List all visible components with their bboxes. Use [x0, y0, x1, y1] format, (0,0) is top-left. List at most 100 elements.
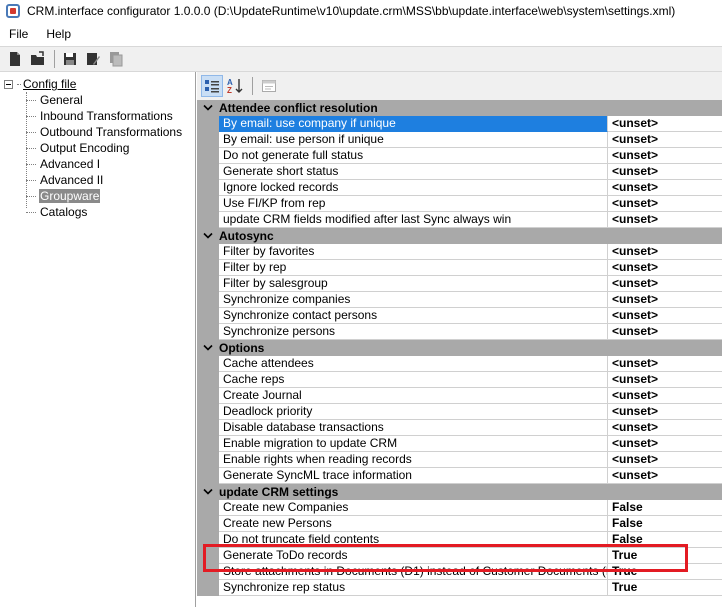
menu-file[interactable]: File: [0, 22, 37, 46]
property-value[interactable]: True: [608, 564, 722, 580]
property-value[interactable]: <unset>: [608, 372, 722, 388]
property-name[interactable]: Deadlock priority: [219, 404, 608, 420]
edit-icon[interactable]: [82, 48, 104, 70]
property-name[interactable]: Do not truncate field contents: [219, 532, 608, 548]
property-row[interactable]: Store attachments in Documents (D1) inst…: [197, 564, 722, 580]
tree-item-label[interactable]: Advanced II: [39, 173, 104, 187]
category-row[interactable]: Autosync: [197, 228, 722, 244]
tree-item-advanced-i[interactable]: Advanced I: [26, 156, 101, 172]
tree-item-label[interactable]: Output Encoding: [39, 141, 130, 155]
property-row[interactable]: Do not generate full status <unset>: [197, 148, 722, 164]
property-row[interactable]: By email: use person if unique <unset>: [197, 132, 722, 148]
property-row[interactable]: Do not truncate field contents False: [197, 532, 722, 548]
property-row[interactable]: Cache attendees <unset>: [197, 356, 722, 372]
property-value[interactable]: <unset>: [608, 212, 722, 228]
property-value[interactable]: <unset>: [608, 420, 722, 436]
chevron-down-icon[interactable]: [197, 100, 219, 116]
sort-az-icon[interactable]: AZ: [224, 75, 246, 97]
property-value[interactable]: <unset>: [608, 436, 722, 452]
tree-item-label[interactable]: Catalogs: [39, 205, 88, 219]
property-value[interactable]: True: [608, 548, 722, 564]
tree-item-catalogs[interactable]: Catalogs: [26, 204, 88, 220]
property-value[interactable]: <unset>: [608, 292, 722, 308]
property-value[interactable]: <unset>: [608, 324, 722, 340]
property-value[interactable]: <unset>: [608, 244, 722, 260]
property-value[interactable]: <unset>: [608, 356, 722, 372]
property-name[interactable]: Use FI/KP from rep: [219, 196, 608, 212]
property-row[interactable]: Generate SyncML trace information <unset>: [197, 468, 722, 484]
property-value[interactable]: <unset>: [608, 164, 722, 180]
property-row[interactable]: By email: use company if unique <unset>: [197, 116, 722, 132]
category-row[interactable]: Options: [197, 340, 722, 356]
property-row[interactable]: Use FI/KP from rep <unset>: [197, 196, 722, 212]
property-value[interactable]: False: [608, 516, 722, 532]
property-row[interactable]: Create new Companies False: [197, 500, 722, 516]
chevron-down-icon[interactable]: [197, 484, 219, 500]
property-row[interactable]: Enable migration to update CRM <unset>: [197, 436, 722, 452]
property-name[interactable]: Generate short status: [219, 164, 608, 180]
save-icon[interactable]: [59, 48, 81, 70]
property-row[interactable]: Disable database transactions <unset>: [197, 420, 722, 436]
tree-root-label[interactable]: Config file: [23, 77, 76, 91]
property-row[interactable]: Filter by rep <unset>: [197, 260, 722, 276]
property-value[interactable]: <unset>: [608, 132, 722, 148]
category-row[interactable]: update CRM settings: [197, 484, 722, 500]
property-value[interactable]: <unset>: [608, 404, 722, 420]
property-name[interactable]: Filter by salesgroup: [219, 276, 608, 292]
tree-item-outbound-transformations[interactable]: Outbound Transformations: [26, 124, 183, 140]
property-name[interactable]: Do not generate full status: [219, 148, 608, 164]
property-name[interactable]: Synchronize contact persons: [219, 308, 608, 324]
property-row[interactable]: Synchronize contact persons <unset>: [197, 308, 722, 324]
property-name[interactable]: Synchronize rep status: [219, 580, 608, 596]
categorized-icon[interactable]: [201, 75, 223, 97]
property-value[interactable]: <unset>: [608, 148, 722, 164]
property-name[interactable]: Filter by favorites: [219, 244, 608, 260]
property-value[interactable]: <unset>: [608, 452, 722, 468]
property-row[interactable]: Filter by salesgroup <unset>: [197, 276, 722, 292]
property-name[interactable]: Enable migration to update CRM: [219, 436, 608, 452]
property-row[interactable]: Generate ToDo records True: [197, 548, 722, 564]
chevron-down-icon[interactable]: [197, 228, 219, 244]
property-name[interactable]: Ignore locked records: [219, 180, 608, 196]
property-row[interactable]: Synchronize companies <unset>: [197, 292, 722, 308]
property-value[interactable]: <unset>: [608, 308, 722, 324]
tree-item-label-selected[interactable]: Groupware: [39, 189, 101, 203]
property-name[interactable]: Store attachments in Documents (D1) inst…: [219, 564, 608, 580]
property-row[interactable]: Ignore locked records <unset>: [197, 180, 722, 196]
tree-item-advanced-ii[interactable]: Advanced II: [26, 172, 104, 188]
property-value[interactable]: <unset>: [608, 260, 722, 276]
property-name[interactable]: Create new Companies: [219, 500, 608, 516]
property-value[interactable]: True: [608, 580, 722, 596]
property-value[interactable]: <unset>: [608, 196, 722, 212]
property-pages-icon[interactable]: [258, 75, 280, 97]
property-row[interactable]: update CRM fields modified after last Sy…: [197, 212, 722, 228]
menu-help[interactable]: Help: [37, 22, 80, 46]
property-name[interactable]: update CRM fields modified after last Sy…: [219, 212, 608, 228]
tree-item-label[interactable]: Advanced I: [39, 157, 101, 171]
property-name[interactable]: Generate ToDo records: [219, 548, 608, 564]
property-value[interactable]: False: [608, 500, 722, 516]
tree-item-label[interactable]: General: [39, 93, 84, 107]
property-name[interactable]: Create Journal: [219, 388, 608, 404]
property-name[interactable]: Synchronize persons: [219, 324, 608, 340]
property-value[interactable]: <unset>: [608, 388, 722, 404]
tree-item-label[interactable]: Outbound Transformations: [39, 125, 183, 139]
copy-icon[interactable]: [105, 48, 127, 70]
property-name[interactable]: Enable rights when reading records: [219, 452, 608, 468]
tree-item-general[interactable]: General: [26, 92, 84, 108]
property-name[interactable]: Generate SyncML trace information: [219, 468, 608, 484]
collapse-icon[interactable]: [4, 79, 13, 89]
property-value[interactable]: <unset>: [608, 276, 722, 292]
property-row[interactable]: Deadlock priority <unset>: [197, 404, 722, 420]
property-name[interactable]: Synchronize companies: [219, 292, 608, 308]
property-name[interactable]: Cache reps: [219, 372, 608, 388]
open-folder-icon[interactable]: [27, 48, 49, 70]
property-row[interactable]: Enable rights when reading records <unset…: [197, 452, 722, 468]
property-name[interactable]: Disable database transactions: [219, 420, 608, 436]
property-name[interactable]: Create new Persons: [219, 516, 608, 532]
property-value[interactable]: False: [608, 532, 722, 548]
tree-item-label[interactable]: Inbound Transformations: [39, 109, 174, 123]
property-row[interactable]: Cache reps <unset>: [197, 372, 722, 388]
tree-item-output-encoding[interactable]: Output Encoding: [26, 140, 130, 156]
property-name[interactable]: By email: use company if unique: [219, 116, 608, 132]
